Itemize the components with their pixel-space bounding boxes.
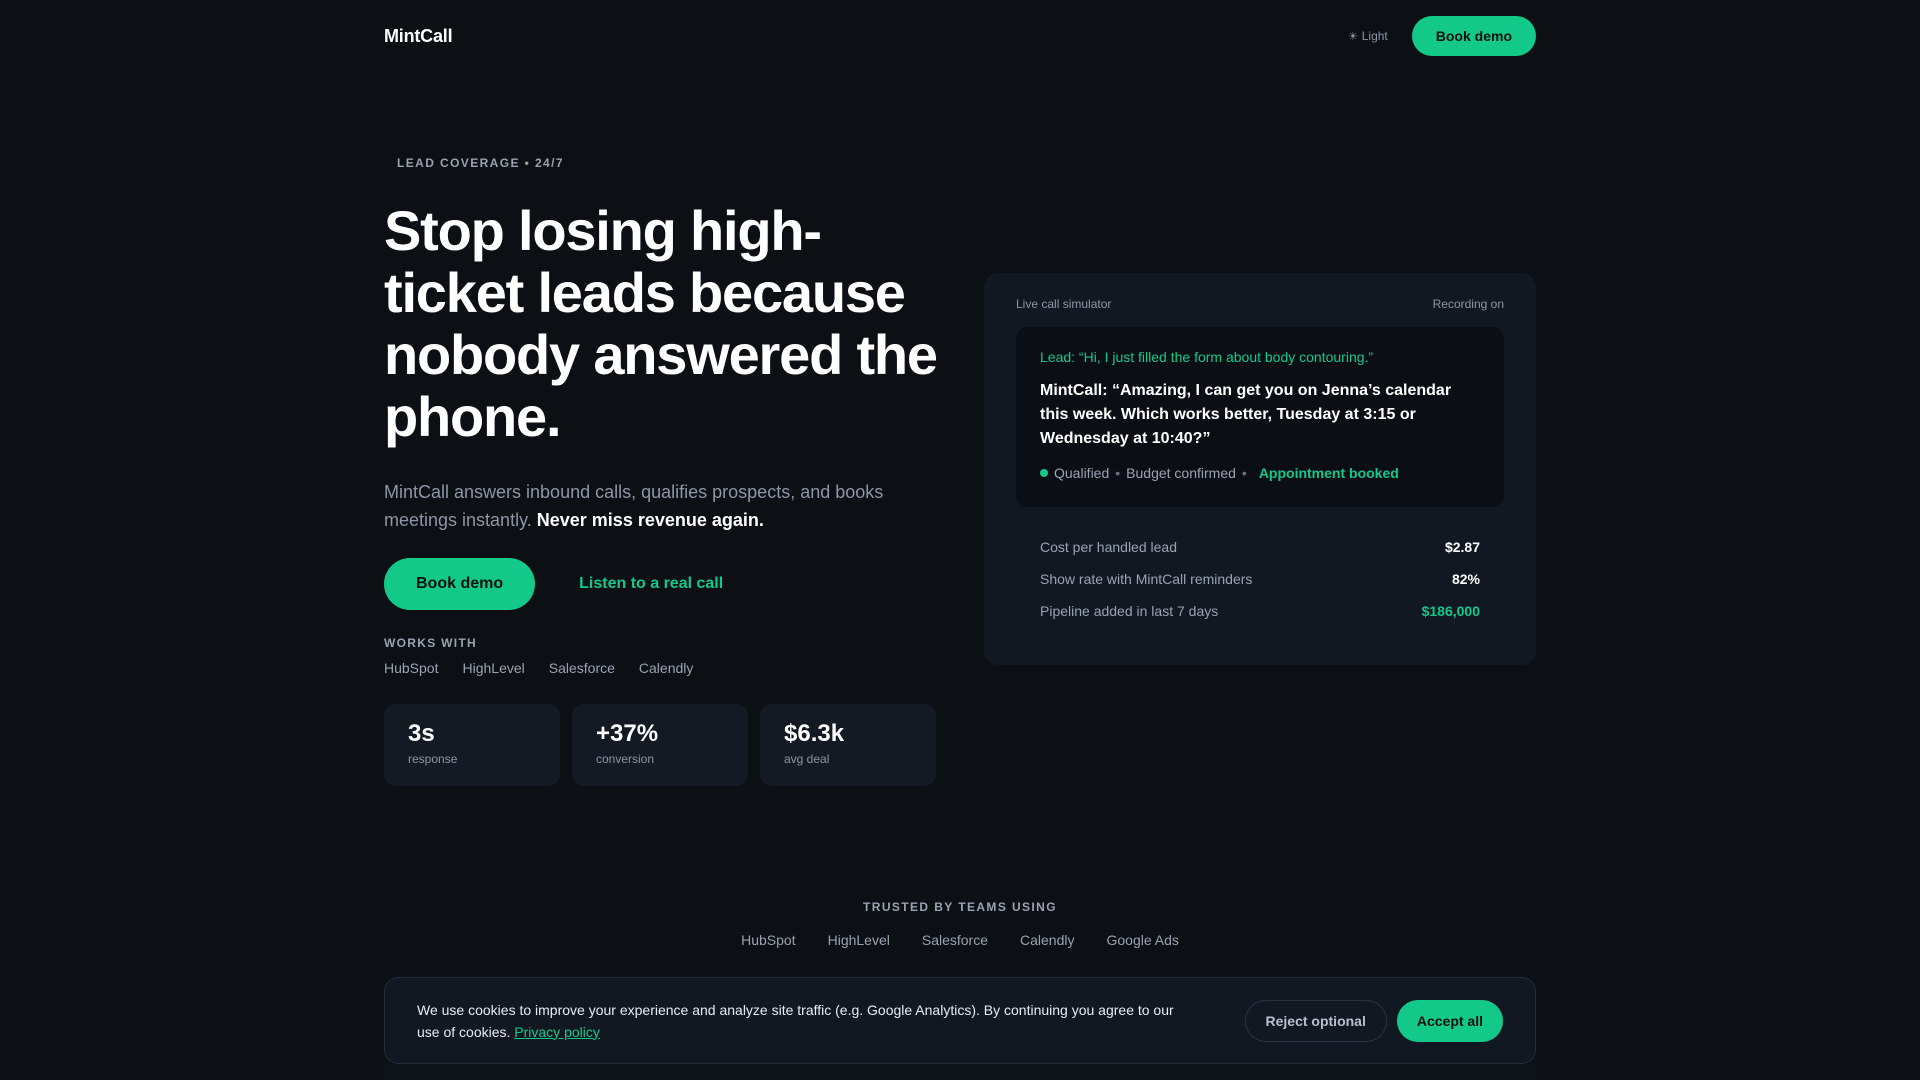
hero-book-demo-button[interactable]: Book demo (384, 558, 536, 610)
trusted-logo: HubSpot (741, 932, 796, 948)
trusted-logos: HubSpot HighLevel Salesforce Calendly Go… (384, 932, 1536, 948)
metric-label: Cost per handled lead (1040, 539, 1177, 555)
call-tags: Qualified • Budget confirmed • Appointme… (1040, 465, 1480, 481)
works-with-item: HighLevel (462, 660, 525, 676)
simulator-header: Live call simulator Recording on (1016, 297, 1504, 311)
metric-row: Pipeline added in last 7 days $186,000 (1040, 595, 1480, 627)
simulator-title: Live call simulator (1016, 297, 1112, 311)
cookie-message: We use cookies to improve your experienc… (417, 999, 1177, 1043)
tag-appointment-booked: Appointment booked (1258, 465, 1399, 481)
tag-qualified: Qualified (1054, 465, 1110, 481)
hero-subhead: MintCall answers inbound calls, qualifie… (384, 478, 944, 534)
privacy-policy-link[interactable]: Privacy policy (514, 1024, 600, 1040)
trusted-label: TRUSTED BY TEAMS USING (863, 900, 1057, 914)
stat-label: conversion (596, 752, 655, 766)
lead-message: Lead: “Hi, I just filled the form about … (1040, 349, 1374, 365)
listen-real-call-link[interactable]: Listen to a real call (579, 575, 723, 593)
live-dot-icon (1040, 469, 1048, 477)
metric-value: $186,000 (1421, 603, 1480, 619)
accept-all-button[interactable]: Accept all (1396, 999, 1503, 1042)
hero-subhead-emphasis: Never miss revenue again. (536, 510, 764, 530)
trusted-logo: Salesforce (921, 932, 989, 948)
works-with-item: Salesforce (548, 660, 615, 676)
stat-card: 3s response (384, 704, 560, 786)
top-nav: MintCall ☀ Light Book demo (384, 16, 1536, 56)
cookie-banner: We use cookies to improve your experienc… (384, 977, 1536, 1064)
stat-card: $6.3k avg deal (760, 704, 936, 786)
theme-toggle[interactable]: ☀ Light (1348, 29, 1388, 43)
recording-status: Recording on (1432, 297, 1504, 311)
metric-label: Pipeline added in last 7 days (1040, 603, 1219, 619)
tag-separator: • (1115, 465, 1121, 481)
trusted-logo: Calendly (1020, 932, 1075, 948)
call-simulator-card: Live call simulator Recording on Lead: “… (984, 273, 1536, 665)
next-section-edge (384, 1064, 1536, 1080)
stat-value: $6.3k (784, 720, 845, 747)
hero-cta-row: Book demo Listen to a real call (384, 558, 723, 610)
page: MintCall ☀ Light Book demo LEAD COVERAGE… (384, 0, 1536, 1080)
hero-stats: 3s response +37% conversion $6.3k avg de… (384, 704, 936, 786)
sun-icon: ☀ (1347, 30, 1358, 43)
nav-book-demo-button[interactable]: Book demo (1411, 16, 1536, 56)
works-with-list: HubSpot HighLevel Salesforce Calendly (384, 660, 693, 676)
metric-label: Show rate with MintCall reminders (1040, 571, 1253, 587)
transcript-bubble: Lead: “Hi, I just filled the form about … (1016, 327, 1504, 507)
metric-value: $2.87 (1444, 539, 1480, 555)
trusted-logo: HighLevel (827, 932, 890, 948)
works-with-label: WORKS WITH (384, 636, 477, 650)
metric-row: Cost per handled lead $2.87 (1040, 531, 1480, 563)
cookie-actions: Reject optional Accept all (1244, 999, 1503, 1042)
reject-optional-button[interactable]: Reject optional (1244, 999, 1387, 1042)
theme-toggle-label: Light (1361, 29, 1388, 43)
brand-logo[interactable]: MintCall (384, 26, 453, 47)
stat-value: +37% (596, 720, 659, 747)
tag-budget-confirmed: Budget confirmed (1126, 465, 1236, 481)
hero-headline: Stop losing high-ticket leads because no… (384, 199, 938, 448)
nav-actions: ☀ Light Book demo (1348, 16, 1536, 56)
trusted-logo: Google Ads (1106, 932, 1179, 948)
stat-card: +37% conversion (572, 704, 748, 786)
metric-row: Show rate with MintCall reminders 82% (1040, 563, 1480, 595)
mintcall-message: MintCall: “Amazing, I can get you on Jen… (1040, 382, 1452, 447)
tag-separator: • (1241, 465, 1247, 481)
hero-eyebrow: LEAD COVERAGE • 24/7 (397, 156, 564, 170)
works-with-item: HubSpot (384, 660, 439, 676)
stat-label: response (408, 752, 458, 766)
stat-label: avg deal (784, 752, 830, 766)
stat-value: 3s (408, 720, 435, 747)
works-with-item: Calendly (638, 660, 694, 676)
simulator-metrics: Cost per handled lead $2.87 Show rate wi… (1016, 531, 1504, 627)
metric-value: 82% (1451, 571, 1480, 587)
